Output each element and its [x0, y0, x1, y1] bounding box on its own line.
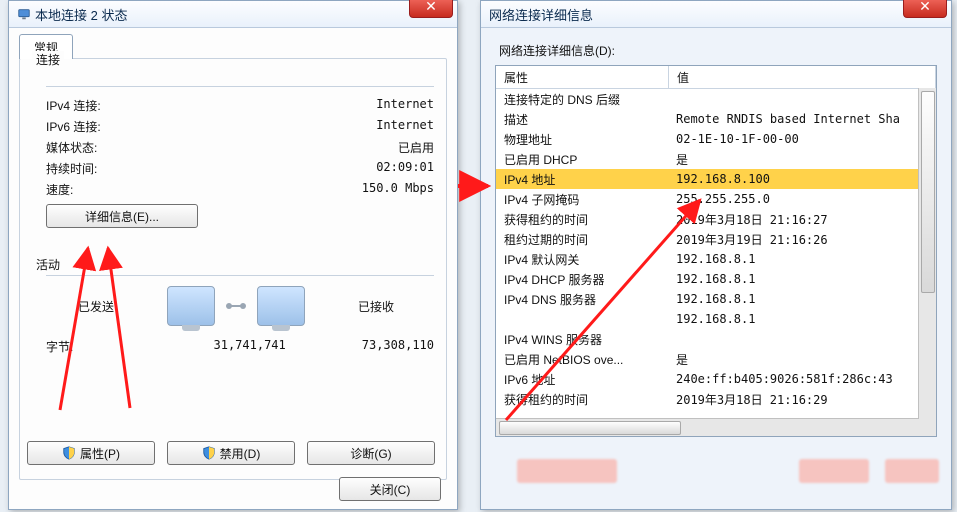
ipv4-conn-label: IPv4 连接: — [46, 97, 101, 114]
table-row[interactable]: IPv4 DHCP 服务器192.168.8.1 — [496, 269, 936, 289]
table-row[interactable]: IPv4 默认网关192.168.8.1 — [496, 249, 936, 269]
media-state-label: 媒体状态: — [46, 139, 97, 156]
close-button[interactable]: 关闭(C) — [339, 477, 441, 501]
cell-property: IPv4 地址 — [496, 170, 668, 189]
table-row[interactable]: 连接特定的 DNS 后缀 — [496, 89, 936, 109]
cell-value: 240e:ff:b405:9026:581f:286c:43 — [668, 371, 936, 387]
cell-property: 描述 — [496, 110, 668, 129]
details-header-label: 网络连接详细信息(D): — [499, 42, 937, 59]
cell-property: 获得租约的时间 — [496, 210, 668, 229]
cell-property: IPv4 子网掩码 — [496, 190, 668, 209]
diagnose-button-label: 诊断(G) — [350, 445, 391, 462]
status-window: 本地连接 2 状态 ✕ 常规 连接 IPv4 连接: Internet IPv6… — [8, 0, 458, 510]
details-window-titlebar[interactable]: 网络连接详细信息 ✕ — [481, 1, 951, 28]
col-value[interactable]: 值 — [669, 66, 936, 88]
details-table-body: 连接特定的 DNS 后缀描述Remote RNDIS based Interne… — [496, 89, 936, 417]
shield-icon — [62, 446, 76, 460]
horizontal-scrollbar[interactable] — [496, 418, 919, 436]
cell-value — [668, 98, 936, 100]
group-connection-title: 连接 — [32, 51, 64, 68]
ipv6-conn-value: Internet — [376, 118, 434, 135]
cell-property: 物理地址 — [496, 130, 668, 149]
speed-label: 速度: — [46, 181, 73, 198]
media-state-value: 已启用 — [398, 139, 434, 156]
table-row[interactable]: IPv6 地址240e:ff:b405:9026:581f:286c:43 — [496, 369, 936, 389]
bytes-label: 字节: — [46, 338, 73, 355]
bytes-sent: 31,741,741 — [214, 338, 286, 355]
monitor-right-icon — [257, 286, 305, 326]
close-icon[interactable]: ✕ — [409, 0, 453, 18]
bytes-recv: 73,308,110 — [362, 338, 434, 355]
table-row[interactable]: IPv4 地址192.168.8.100 — [496, 169, 936, 189]
speed-value: 150.0 Mbps — [362, 181, 434, 198]
table-row[interactable]: IPv4 WINS 服务器 — [496, 329, 936, 349]
duration-label: 持续时间: — [46, 160, 97, 177]
table-row[interactable]: 已启用 DHCP是 — [496, 149, 936, 169]
cell-value: 192.168.8.100 — [668, 171, 936, 187]
details-window: 网络连接详细信息 ✕ 网络连接详细信息(D): 属性 值 连接特定的 DNS 后… — [480, 0, 952, 510]
status-window-title: 本地连接 2 状态 — [35, 5, 127, 24]
cell-property: 获得租约的时间 — [496, 390, 668, 409]
cell-value: 255.255.255.0 — [668, 191, 936, 207]
cell-property: IPv4 DNS 服务器 — [496, 290, 668, 309]
details-table: 属性 值 连接特定的 DNS 后缀描述Remote RNDIS based In… — [495, 65, 937, 437]
cell-property: IPv4 DHCP 服务器 — [496, 270, 668, 289]
cell-value: 2019年3月19日 21:16:26 — [668, 230, 936, 249]
group-activity-title: 活动 — [32, 256, 64, 273]
table-row[interactable]: 物理地址02-1E-10-1F-00-00 — [496, 129, 936, 149]
cell-value: 2019年3月18日 21:16:29 — [668, 390, 936, 409]
ipv4-conn-value: Internet — [376, 97, 434, 114]
details-button[interactable]: 详细信息(E)... — [46, 204, 198, 228]
cell-value: 192.168.8.1 — [668, 291, 936, 307]
table-row[interactable]: 获得租约的时间2019年3月18日 21:16:29 — [496, 389, 936, 409]
cell-property: 连接特定的 DNS 后缀 — [496, 90, 668, 109]
cell-value: Remote RNDIS based Internet Sha — [668, 111, 936, 127]
recv-label: 已接收 — [326, 298, 426, 315]
cell-value: 2019年3月18日 21:16:27 — [668, 210, 936, 229]
status-window-titlebar[interactable]: 本地连接 2 状态 ✕ — [9, 1, 457, 28]
vertical-scrollbar[interactable] — [918, 88, 936, 436]
activity-row: 已发送 已接收 — [32, 284, 434, 330]
cell-property: 已启用 DHCP — [496, 150, 668, 169]
table-row[interactable]: 租约过期的时间2019年3月19日 21:16:26 — [496, 229, 936, 249]
cell-value — [668, 338, 936, 340]
table-row[interactable]: IPv4 子网掩码255.255.255.0 — [496, 189, 936, 209]
properties-button-label: 属性(P) — [80, 445, 120, 462]
disable-button[interactable]: 禁用(D) — [167, 441, 295, 465]
sent-label: 已发送 — [46, 298, 146, 315]
tab-strip: 常规 — [9, 28, 457, 58]
cell-value: 192.168.8.1 — [668, 311, 936, 327]
table-row[interactable]: IPv4 DNS 服务器192.168.8.1 — [496, 289, 936, 309]
close-icon[interactable]: ✕ — [903, 0, 947, 18]
network-icon — [17, 7, 31, 21]
cell-property: 租约过期的时间 — [496, 230, 668, 249]
general-panel: 连接 IPv4 连接: Internet IPv6 连接: Internet 媒… — [19, 58, 447, 480]
ipv6-conn-label: IPv6 连接: — [46, 118, 101, 135]
monitor-left-icon — [167, 286, 215, 326]
table-row[interactable]: 获得租约的时间2019年3月18日 21:16:27 — [496, 209, 936, 229]
cell-property: IPv6 地址 — [496, 370, 668, 389]
col-property[interactable]: 属性 — [496, 66, 669, 88]
cell-value: 192.168.8.1 — [668, 251, 936, 267]
disable-button-label: 禁用(D) — [220, 445, 261, 462]
diagnose-button[interactable]: 诊断(G) — [307, 441, 435, 465]
cell-property: IPv4 默认网关 — [496, 250, 668, 269]
cell-property: IPv4 WINS 服务器 — [496, 330, 668, 349]
link-icon — [223, 297, 249, 315]
cell-value: 是 — [668, 350, 936, 369]
cell-value: 02-1E-10-1F-00-00 — [668, 131, 936, 147]
duration-value: 02:09:01 — [376, 160, 434, 177]
table-row[interactable]: 描述Remote RNDIS based Internet Sha — [496, 109, 936, 129]
table-row[interactable]: 已启用 NetBIOS ove...是 — [496, 349, 936, 369]
cell-value: 192.168.8.1 — [668, 271, 936, 287]
table-row[interactable]: 192.168.8.1 — [496, 309, 936, 329]
shield-icon — [202, 446, 216, 460]
cell-property: 已启用 NetBIOS ove... — [496, 350, 668, 369]
cell-property — [496, 318, 668, 320]
properties-button[interactable]: 属性(P) — [27, 441, 155, 465]
cell-value: 是 — [668, 150, 936, 169]
details-window-title: 网络连接详细信息 — [489, 5, 593, 24]
